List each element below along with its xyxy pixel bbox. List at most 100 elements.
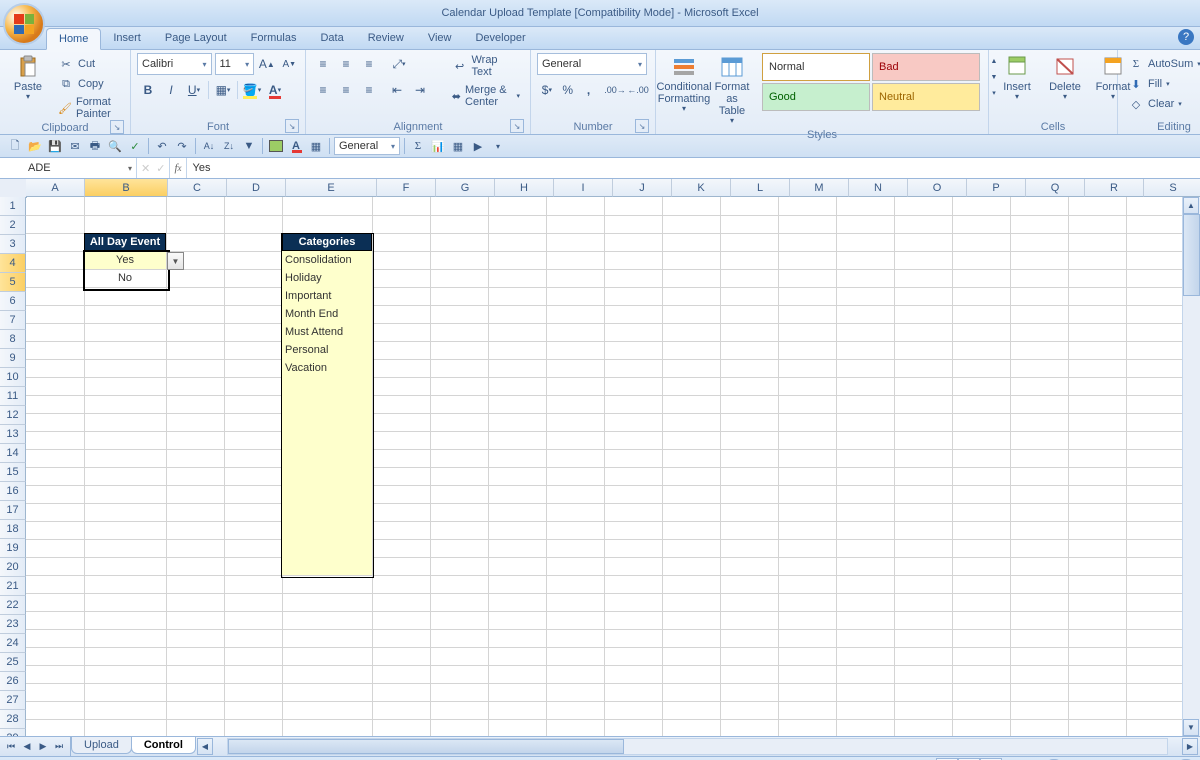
decrease-decimal-icon[interactable]: ←.00 <box>627 79 649 101</box>
row-header[interactable]: 10 <box>0 368 26 387</box>
office-button[interactable] <box>3 3 45 45</box>
percent-icon[interactable]: % <box>558 79 578 101</box>
row-header[interactable]: 17 <box>0 501 26 520</box>
column-header[interactable]: C <box>168 179 227 197</box>
row-header[interactable]: 11 <box>0 387 26 406</box>
data-validation-dropdown[interactable]: ▼ <box>167 252 184 270</box>
cut-button[interactable]: ✂Cut <box>54 55 124 73</box>
ribbon-tab-developer[interactable]: Developer <box>463 28 537 49</box>
ribbon-tab-data[interactable]: Data <box>308 28 355 49</box>
font-size-dropdown[interactable]: 11▾ <box>215 53 255 75</box>
increase-decimal-icon[interactable]: .00→ <box>604 79 626 101</box>
font-name-dropdown[interactable]: Calibri▾ <box>137 53 212 75</box>
ribbon-tab-view[interactable]: View <box>416 28 464 49</box>
row-header[interactable]: 16 <box>0 482 26 501</box>
sheet-nav-next[interactable]: ▶ <box>36 741 50 752</box>
border-button[interactable]: ▦▾ <box>212 79 234 101</box>
cell[interactable] <box>282 467 372 485</box>
print-preview-icon[interactable]: 🔍 <box>106 137 124 155</box>
vertical-scrollbar[interactable]: ▲ ▼ <box>1182 197 1200 736</box>
bold-button[interactable]: B <box>137 79 159 101</box>
row-header[interactable]: 22 <box>0 596 26 615</box>
scroll-down-button[interactable]: ▼ <box>1183 719 1199 736</box>
column-header[interactable]: L <box>731 179 790 197</box>
qat-number-format[interactable]: General▾ <box>334 137 400 155</box>
decrease-font-icon[interactable]: A▼ <box>280 53 299 75</box>
save-icon[interactable]: 💾 <box>46 137 64 155</box>
macro-icon[interactable]: ▶ <box>469 137 487 155</box>
format-as-table-button[interactable]: Format as Table▾ <box>710 53 754 128</box>
row-header[interactable]: 20 <box>0 558 26 577</box>
hscroll-left[interactable]: ◀ <box>197 738 213 755</box>
insert-cells-button[interactable]: Insert▾ <box>995 53 1039 104</box>
fill-color-button[interactable]: 🪣▾ <box>241 79 263 101</box>
font-color-qat-icon[interactable]: A <box>287 137 305 155</box>
column-header[interactable]: B <box>85 179 168 197</box>
pivot-icon[interactable]: ▦ <box>449 137 467 155</box>
cell[interactable]: Important <box>282 287 372 305</box>
sheet-nav-last[interactable]: ⏭ <box>52 741 66 752</box>
row-header[interactable]: 15 <box>0 463 26 482</box>
print-icon[interactable]: 🖶 <box>86 137 104 155</box>
horizontal-scrollbar[interactable] <box>227 738 1168 755</box>
row-header[interactable]: 8 <box>0 330 26 349</box>
hscroll-right[interactable]: ▶ <box>1182 738 1198 755</box>
scroll-up-button[interactable]: ▲ <box>1183 197 1199 214</box>
paste-button[interactable]: Paste▾ <box>6 53 50 104</box>
column-header[interactable]: E <box>286 179 377 197</box>
cell[interactable] <box>282 485 372 503</box>
row-header[interactable]: 28 <box>0 710 26 729</box>
formula-input[interactable]: Yes <box>187 158 1200 178</box>
column-header[interactable]: R <box>1085 179 1144 197</box>
fill-color-qat-icon[interactable] <box>267 137 285 155</box>
autosum-button[interactable]: ΣAutoSum▾ <box>1124 55 1200 73</box>
mail-icon[interactable]: ✉ <box>66 137 84 155</box>
cell[interactable] <box>282 377 372 395</box>
copy-button[interactable]: ⧉Copy <box>54 75 124 93</box>
ribbon-tab-insert[interactable]: Insert <box>101 28 153 49</box>
ribbon-tab-review[interactable]: Review <box>356 28 416 49</box>
row-header[interactable]: 9 <box>0 349 26 368</box>
conditional-formatting-button[interactable]: Conditional Formatting▾ <box>662 53 706 116</box>
filter-icon[interactable]: ▼ <box>240 137 258 155</box>
cell[interactable]: All Day Event <box>84 233 166 251</box>
align-right-icon[interactable]: ≡ <box>358 79 380 101</box>
cell-style-neutral[interactable]: Neutral <box>872 83 980 111</box>
row-header[interactable]: 26 <box>0 672 26 691</box>
sheet-tab-control[interactable]: Control <box>131 737 196 754</box>
column-header[interactable]: I <box>554 179 613 197</box>
sheet-nav-first[interactable]: ⏮ <box>4 741 18 752</box>
sort-asc-icon[interactable]: A↓ <box>200 137 218 155</box>
cell[interactable] <box>282 395 372 413</box>
fill-button[interactable]: ⬇Fill▾ <box>1124 75 1200 93</box>
column-header[interactable]: Q <box>1026 179 1085 197</box>
italic-button[interactable]: I <box>160 79 182 101</box>
more-qat-icon[interactable]: ▾ <box>489 137 507 155</box>
align-center-icon[interactable]: ≡ <box>335 79 357 101</box>
enter-formula-icon[interactable]: ✓ <box>156 162 165 175</box>
vscroll-thumb[interactable] <box>1183 214 1200 296</box>
row-header[interactable]: 29 <box>0 729 26 736</box>
increase-font-icon[interactable]: A▲ <box>257 53 276 75</box>
row-header[interactable]: 24 <box>0 634 26 653</box>
help-icon[interactable]: ? <box>1178 29 1194 45</box>
row-header[interactable]: 7 <box>0 311 26 330</box>
align-bottom-icon[interactable]: ≡ <box>358 53 380 75</box>
column-header[interactable]: M <box>790 179 849 197</box>
decrease-indent-icon[interactable]: ⇤ <box>386 79 408 101</box>
column-header[interactable]: K <box>672 179 731 197</box>
column-header[interactable]: A <box>26 179 85 197</box>
row-header[interactable]: 14 <box>0 444 26 463</box>
spellcheck-icon[interactable]: ✓ <box>126 137 144 155</box>
name-box[interactable]: ADE▾ <box>0 158 137 178</box>
sort-desc-icon[interactable]: Z↓ <box>220 137 238 155</box>
row-header[interactable]: 6 <box>0 292 26 311</box>
cell-style-bad[interactable]: Bad <box>872 53 980 81</box>
cell[interactable]: Personal <box>282 341 372 359</box>
cell-style-good[interactable]: Good <box>762 83 870 111</box>
ribbon-tab-home[interactable]: Home <box>46 28 101 50</box>
cancel-formula-icon[interactable]: ✕ <box>141 162 150 175</box>
column-header[interactable]: S <box>1144 179 1200 197</box>
cell[interactable] <box>282 521 372 539</box>
alignment-launcher[interactable]: ↘ <box>510 119 524 133</box>
